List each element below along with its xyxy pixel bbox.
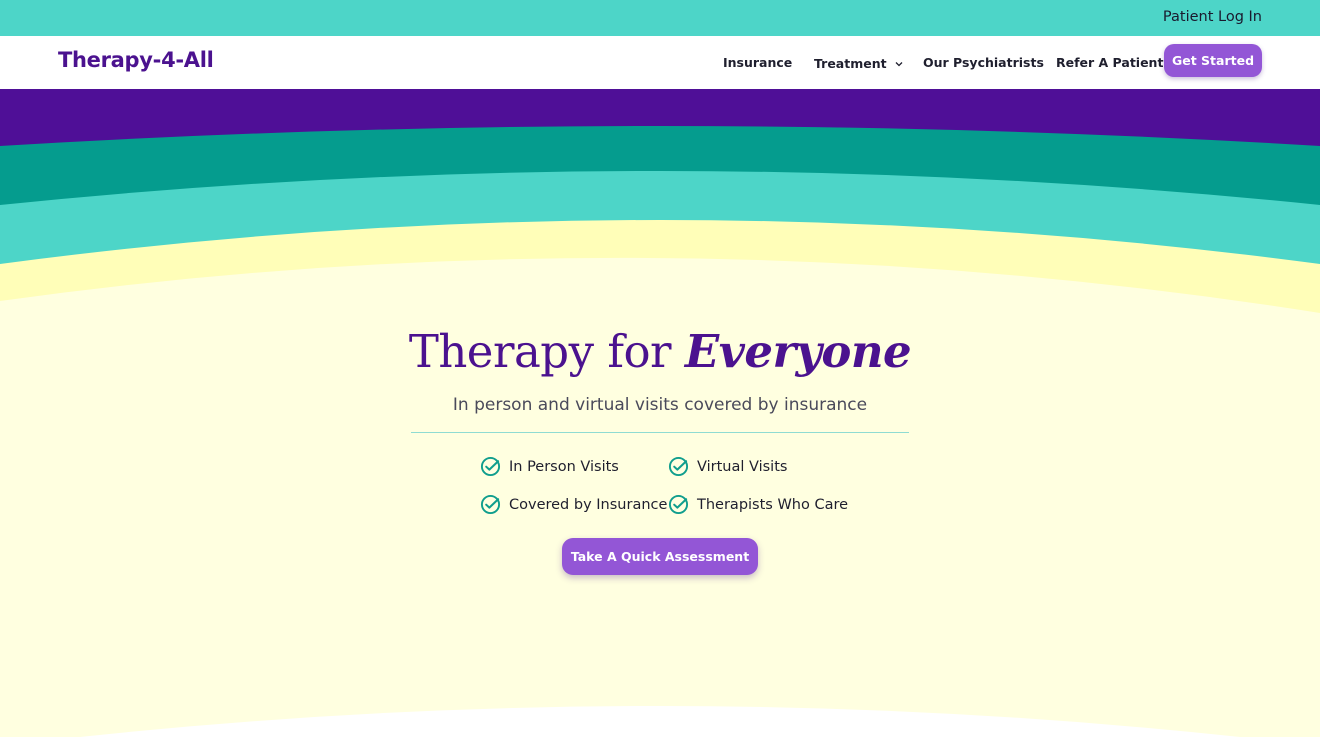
nav-treatment-label: Treatment (814, 56, 887, 71)
feature-in-person: In Person Visits (480, 456, 619, 477)
nav-psychiatrists-label: Our Psychiatrists (923, 55, 1044, 70)
chevron-down-icon (895, 55, 903, 70)
feature-label: In Person Visits (509, 458, 619, 475)
hero-subtitle: In person and virtual visits covered by … (452, 395, 868, 415)
nav-refer-patient-link[interactable]: Refer A Patient (1056, 55, 1163, 70)
brand-logo[interactable]: Therapy-4-All (58, 48, 214, 72)
hero-title: Therapy for Everyone (0, 325, 1320, 378)
get-started-button[interactable]: Get Started (1164, 44, 1262, 77)
nav-treatment-dropdown[interactable]: Treatment (814, 55, 903, 71)
feature-label: Covered by Insurance (509, 496, 668, 513)
feature-label: Therapists Who Care (697, 496, 849, 513)
hero-title-emphasis: Everyone (684, 325, 912, 378)
nav-insurance-label: Insurance (723, 55, 793, 70)
check-circle-icon (480, 494, 501, 515)
hero-divider (411, 432, 909, 433)
quick-assessment-button[interactable]: Take A Quick Assessment (562, 538, 758, 575)
check-circle-icon (668, 494, 689, 515)
feature-virtual: Virtual Visits (668, 456, 787, 477)
hero-title-plain: Therapy for (408, 325, 685, 378)
feature-label: Virtual Visits (697, 458, 788, 475)
nav-refer-label: Refer A Patient (1056, 55, 1164, 70)
bottom-white-arc (80, 706, 1240, 737)
feature-insurance: Covered by Insurance (480, 494, 667, 515)
feature-therapists: Therapists Who Care (668, 494, 848, 515)
main-navbar: Therapy-4-All Insurance Treatment Our Ps… (0, 36, 1320, 89)
nav-insurance-link[interactable]: Insurance (723, 55, 792, 70)
check-circle-icon (480, 456, 501, 477)
nav-psychiatrists-link[interactable]: Our Psychiatrists (923, 55, 1044, 70)
patient-login-link[interactable]: Patient Log In (1163, 9, 1262, 25)
check-circle-icon (668, 456, 689, 477)
top-utility-bar: Patient Log In (0, 0, 1320, 36)
